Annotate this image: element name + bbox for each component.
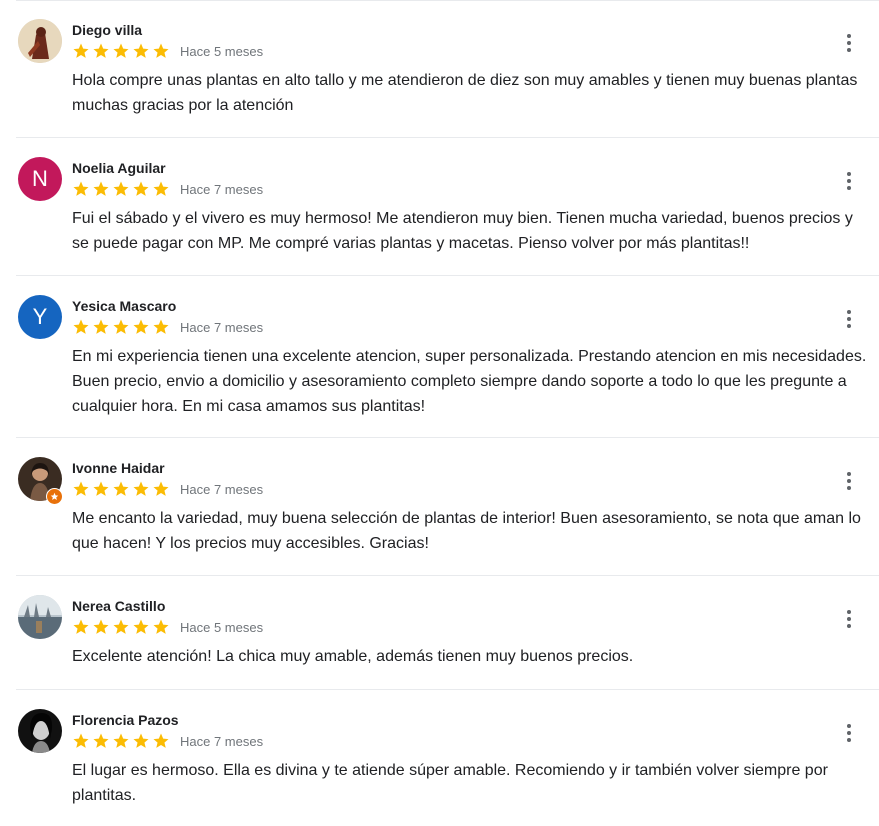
star-icon — [93, 319, 109, 334]
review-text: Hola compre unas plantas en alto tallo y… — [72, 72, 858, 114]
review-text: Me encanto la variedad, muy buena selecc… — [72, 510, 861, 552]
review-time: Hace 7 meses — [180, 733, 264, 749]
avatar-photo — [18, 19, 62, 63]
avatar[interactable] — [18, 19, 62, 63]
avatar-letter: Y — [32, 304, 48, 329]
star-rating — [72, 732, 170, 750]
review-meta: Hace 7 meses — [72, 731, 263, 751]
review-time: Hace 7 meses — [180, 481, 264, 497]
star-icon — [73, 619, 89, 634]
avatar[interactable] — [18, 595, 62, 639]
star-rating — [72, 318, 170, 336]
review-meta: Hace 7 meses — [72, 317, 263, 337]
star-icon — [113, 619, 129, 634]
review-item: N Noelia Aguilar Hace 7 meses Fui el sáb… — [16, 138, 879, 276]
more-vert-icon[interactable] — [837, 607, 861, 631]
star-icon — [153, 319, 169, 334]
star-icon — [113, 181, 129, 196]
reviewer-name[interactable]: Florencia Pazos — [72, 712, 179, 728]
reviewer-name[interactable]: Nerea Castillo — [72, 598, 165, 614]
star-icon — [113, 481, 129, 496]
star-icon — [73, 181, 89, 196]
star-icon — [93, 43, 109, 58]
star-icon — [73, 43, 89, 58]
star-rating — [72, 480, 170, 498]
review-item: Diego villa Hace 5 meses Hola compre una… — [16, 0, 879, 138]
review-time: Hace 7 meses — [180, 319, 264, 335]
star-icon — [113, 733, 129, 748]
review-meta: Hace 5 meses — [72, 617, 263, 637]
review-item: Ivonne Haidar Hace 7 meses Me encanto la… — [16, 438, 879, 576]
star-icon — [133, 733, 149, 748]
star-rating — [72, 180, 170, 198]
star-icon — [133, 619, 149, 634]
reviewer-name[interactable]: Diego villa — [72, 22, 142, 38]
review-text: En mi experiencia tienen una excelente a… — [72, 348, 867, 415]
avatar[interactable] — [18, 709, 62, 753]
star-icon — [50, 492, 59, 500]
avatar[interactable]: N — [18, 157, 62, 201]
reviewer-name[interactable]: Yesica Mascaro — [72, 298, 176, 314]
review-item: Nerea Castillo Hace 5 meses Excelente at… — [16, 576, 879, 690]
review-meta: Hace 7 meses — [72, 479, 263, 499]
star-icon — [153, 619, 169, 634]
review-time: Hace 5 meses — [180, 619, 264, 635]
star-icon — [73, 481, 89, 496]
star-icon — [133, 319, 149, 334]
more-vert-icon[interactable] — [837, 307, 861, 331]
review-time: Hace 7 meses — [180, 181, 264, 197]
star-icon — [113, 43, 129, 58]
star-icon — [153, 181, 169, 196]
more-vert-icon[interactable] — [837, 169, 861, 193]
avatar-photo — [18, 709, 62, 753]
star-icon — [153, 43, 169, 58]
more-vert-icon[interactable] — [837, 721, 861, 745]
star-icon — [93, 733, 109, 748]
review-meta: Hace 7 meses — [72, 179, 263, 199]
star-icon — [73, 733, 89, 748]
star-icon — [93, 481, 109, 496]
avatar-photo — [18, 595, 62, 639]
star-icon — [133, 181, 149, 196]
star-icon — [133, 481, 149, 496]
local-guide-badge — [46, 488, 63, 505]
review-text: Fui el sábado y el vivero es muy hermoso… — [72, 210, 853, 252]
review-time: Hace 5 meses — [180, 43, 264, 59]
star-icon — [113, 319, 129, 334]
star-icon — [153, 481, 169, 496]
reviewer-name[interactable]: Ivonne Haidar — [72, 460, 165, 476]
star-icon — [93, 181, 109, 196]
review-text: Excelente atención! La chica muy amable,… — [72, 648, 634, 665]
review-meta: Hace 5 meses — [72, 41, 263, 61]
reviewer-name[interactable]: Noelia Aguilar — [72, 160, 166, 176]
more-vert-icon[interactable] — [837, 31, 861, 55]
review-item: Y Yesica Mascaro Hace 7 meses En mi expe… — [16, 276, 879, 438]
star-icon — [73, 319, 89, 334]
star-rating — [72, 42, 170, 60]
avatar-letter: N — [32, 166, 48, 191]
review-text: El lugar es hermoso. Ella es divina y te… — [72, 762, 828, 804]
star-icon — [133, 43, 149, 58]
star-icon — [153, 733, 169, 748]
star-rating — [72, 618, 170, 636]
more-vert-icon[interactable] — [837, 469, 861, 493]
star-icon — [93, 619, 109, 634]
avatar[interactable]: Y — [18, 295, 62, 339]
review-item: Florencia Pazos Hace 7 meses El lugar es… — [16, 690, 879, 826]
